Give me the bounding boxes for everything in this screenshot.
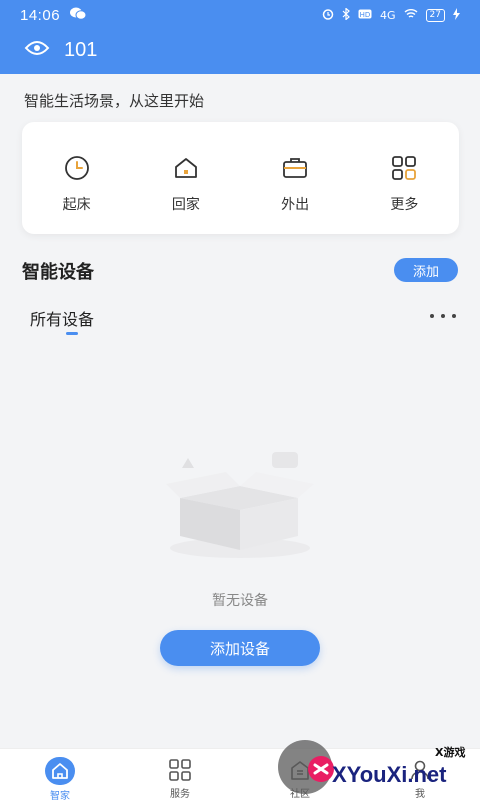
briefcase-icon [281, 154, 309, 182]
scene-item-wakeup[interactable]: 起床 [22, 122, 131, 234]
dot-icon [452, 314, 456, 318]
nav-label: 服务 [170, 789, 190, 800]
watermark-logo: XYouXi.net X游戏 [270, 740, 480, 800]
wifi-icon [404, 8, 418, 22]
nav-item-home[interactable]: 智家 [0, 749, 120, 800]
alarm-icon [322, 8, 334, 23]
room-selector[interactable]: 101 [24, 38, 97, 62]
scene-item-home[interactable]: 回家 [131, 122, 240, 234]
empty-state-text: 暂无设备 [212, 593, 268, 609]
more-options-button[interactable] [428, 306, 458, 326]
header: 14:06 HD 4G 27 101 [0, 0, 480, 74]
nav-item-services[interactable]: 服务 [120, 749, 240, 800]
scene-card: 起床 回家 外出 更多 [22, 122, 459, 234]
scene-item-out[interactable]: 外出 [241, 122, 350, 234]
grid-icon [390, 154, 418, 182]
scene-item-more[interactable]: 更多 [350, 122, 459, 234]
home-icon [45, 757, 75, 785]
status-icons: HD 4G 27 [322, 6, 460, 23]
add-button[interactable]: 添加 [394, 258, 458, 282]
scene-label: 更多 [390, 197, 419, 213]
scene-tagline: 智能生活场景，从这里开始 [24, 92, 205, 110]
watermark-text: XYouXi.net [332, 762, 447, 787]
bluetooth-icon [342, 6, 350, 23]
grid-icon [165, 757, 195, 783]
svg-text:HD: HD [360, 11, 371, 19]
home-icon [172, 154, 200, 182]
scene-label: 起床 [62, 197, 91, 213]
tab-indicator [66, 332, 78, 335]
clock-icon [63, 154, 91, 182]
watermark-tag: X游戏 [435, 746, 466, 759]
dot-icon [441, 314, 445, 318]
empty-box-illustration [160, 450, 320, 570]
nav-label: 智家 [50, 791, 70, 800]
status-bar: 14:06 HD 4G 27 [0, 0, 480, 30]
network-label: 4G [380, 8, 396, 22]
wechat-icon [70, 7, 87, 24]
tab-all-devices[interactable]: 所有设备 [30, 306, 94, 330]
status-time: 14:06 [20, 6, 61, 24]
add-device-button[interactable]: 添加设备 [160, 630, 320, 666]
scene-label: 回家 [171, 197, 200, 213]
page-title: 101 [64, 38, 98, 61]
charging-icon [453, 7, 460, 23]
dot-icon [430, 314, 434, 318]
location-icon [24, 38, 50, 62]
battery-indicator: 27 [425, 8, 445, 22]
hd-icon: HD [358, 9, 372, 22]
scene-label: 外出 [281, 197, 310, 213]
section-title-devices: 智能设备 [22, 262, 94, 283]
